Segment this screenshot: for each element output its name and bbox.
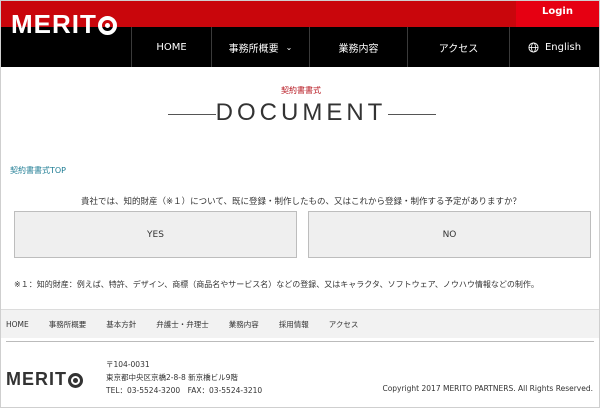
- nav-home-label: HOME: [156, 41, 187, 53]
- nav-office-label: 事務所概要: [228, 43, 279, 55]
- nav-home[interactable]: HOME: [131, 27, 211, 67]
- question-text: 貴社では、知的財産（※１）について、既に登録・制作したもの、又はこれから登録・制…: [81, 197, 521, 207]
- footer-nav-lawyers[interactable]: 弁護士・弁理士: [156, 319, 209, 330]
- main-nav: HOME 事務所概要 ⌄ 業務内容 アクセス English: [131, 27, 599, 67]
- nav-access[interactable]: アクセス: [407, 27, 509, 67]
- chevron-down-icon: ⌄: [285, 42, 293, 52]
- footer-nav-access[interactable]: アクセス: [329, 319, 359, 330]
- login-button[interactable]: Login: [516, 1, 599, 27]
- footer-nav: HOME 事務所概要 基本方針 弁護士・弁理士 業務内容 採用情報 アクセス: [1, 309, 599, 338]
- footer-nav-home[interactable]: HOME: [6, 320, 29, 329]
- breadcrumb-link[interactable]: 契約書書式TOP: [10, 165, 66, 176]
- footer-nav-office[interactable]: 事務所概要: [49, 319, 87, 330]
- footer-nav-policy[interactable]: 基本方針: [106, 319, 136, 330]
- nav-english-label: English: [544, 41, 582, 53]
- no-button[interactable]: NO: [308, 211, 591, 258]
- title-rule-right: [388, 114, 436, 115]
- footer-logo-o-mark: [68, 373, 83, 388]
- site-logo[interactable]: MERIT: [11, 10, 117, 38]
- page-frame: Login MERIT HOME 事務所概要 ⌄ 業務内容 アクセス Engli…: [0, 0, 600, 408]
- footer-postal: 〒104-0031: [106, 360, 150, 369]
- footer-divider: [6, 341, 594, 342]
- footer-phone: TEL：03-5524-3200 FAX：03-5524-3210: [106, 386, 263, 395]
- nav-services[interactable]: 業務内容: [309, 27, 407, 67]
- no-button-label: NO: [442, 229, 457, 240]
- logo-o-mark: [97, 15, 117, 35]
- nav-access-label: アクセス: [438, 43, 479, 55]
- globe-icon: [528, 41, 539, 53]
- footer-address: 東京都中央区京橋2-8-8 新京橋ビル9階: [106, 373, 238, 382]
- nav-office[interactable]: 事務所概要 ⌄: [211, 27, 309, 67]
- yes-button-label: YES: [147, 229, 164, 240]
- footer-nav-recruit[interactable]: 採用情報: [279, 319, 309, 330]
- site-header: Login MERIT HOME 事務所概要 ⌄ 業務内容 アクセス Engli…: [1, 1, 599, 67]
- section-kicker: 契約書書式: [281, 86, 321, 95]
- footer-logo-text: MERIT: [6, 369, 67, 389]
- footnote: ※１：知的財産：例えば、特許、デザイン、商標（商品名やサービス名）などの登録、又…: [14, 280, 539, 289]
- footer-logo: MERIT: [6, 369, 83, 390]
- footer-nav-services[interactable]: 業務内容: [229, 319, 259, 330]
- nav-english[interactable]: English: [509, 27, 599, 67]
- yes-button[interactable]: YES: [14, 211, 297, 258]
- footer-copyright: Copyright 2017 MERITO PARTNERS. All Righ…: [382, 384, 593, 393]
- logo-text: MERIT: [11, 9, 97, 39]
- page-title: DOCUMENT: [215, 99, 387, 126]
- nav-services-label: 業務内容: [338, 43, 379, 55]
